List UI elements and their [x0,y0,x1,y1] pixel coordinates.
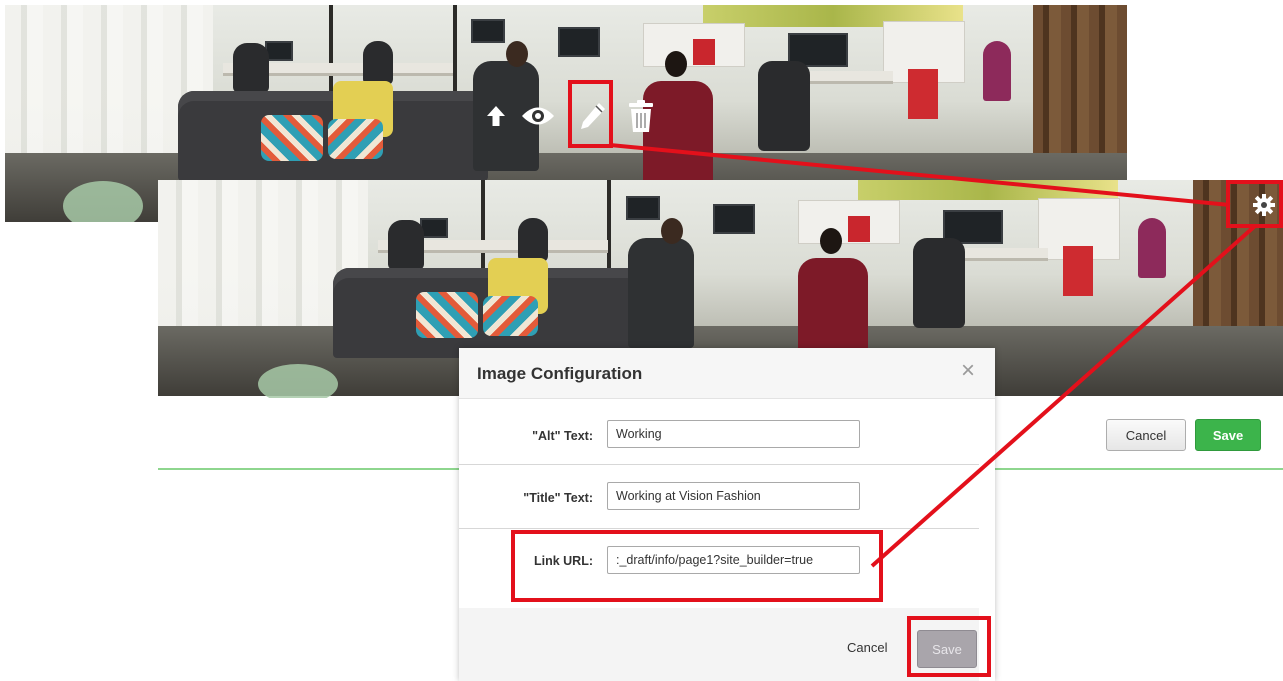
link-url-callout-box [511,530,883,602]
gear-callout-box [1226,180,1283,228]
pencil-callout-box [568,80,613,148]
modal-save-callout-box [907,616,991,677]
